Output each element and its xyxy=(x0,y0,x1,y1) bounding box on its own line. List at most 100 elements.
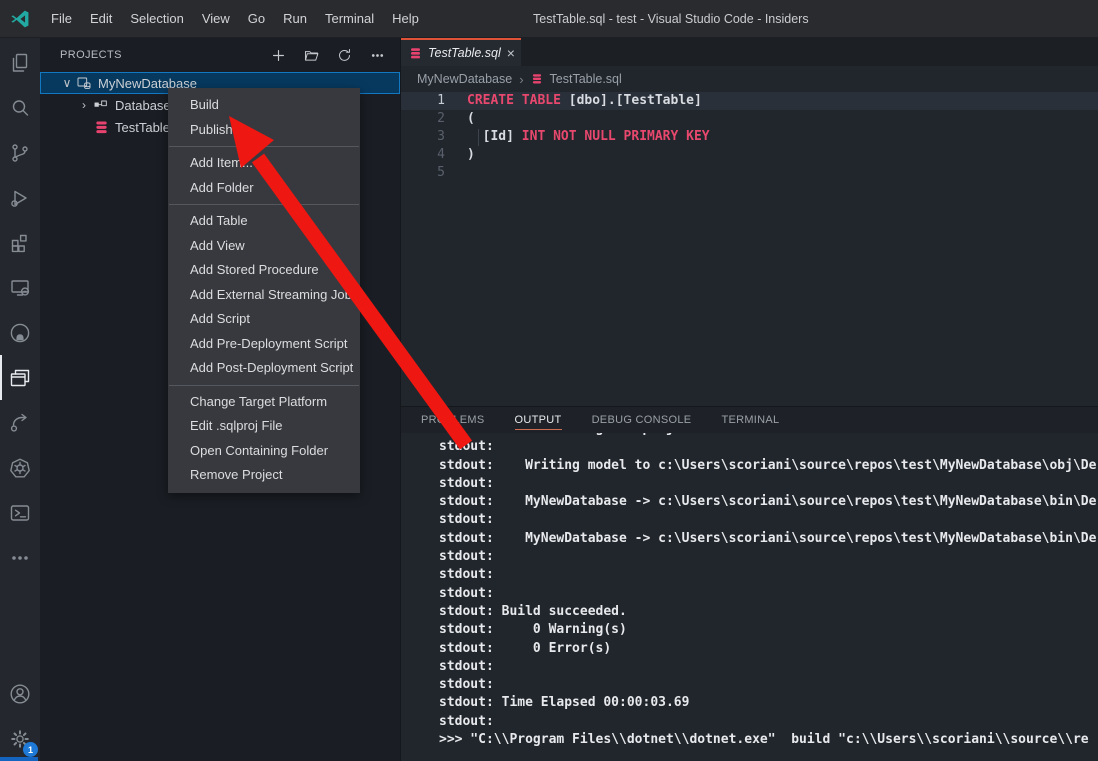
share-arrow-icon[interactable] xyxy=(0,400,40,445)
context-menu-item-add-script[interactable]: Add Script xyxy=(168,307,360,332)
database-projects-icon[interactable] xyxy=(0,355,40,400)
menu-help[interactable]: Help xyxy=(383,0,428,37)
code-text: ( xyxy=(445,110,475,128)
activity-bar: 1 xyxy=(0,38,40,761)
title-bar: FileEditSelectionViewGoRunTerminalHelp T… xyxy=(0,0,1098,38)
context-menu-item-publish[interactable]: Publish xyxy=(168,118,360,143)
breadcrumb-file[interactable]: TestTable.sql xyxy=(550,72,622,86)
menu-run[interactable]: Run xyxy=(274,0,316,37)
context-menu-item-remove-project[interactable]: Remove Project xyxy=(168,463,360,488)
panel-tab-debug-console[interactable]: DEBUG CONSOLE xyxy=(592,414,692,433)
output-line: stdout: xyxy=(439,658,1098,676)
sidebar-toolbar xyxy=(269,46,386,64)
context-menu-item-add-stored-procedure[interactable]: Add Stored Procedure xyxy=(168,258,360,283)
menu-separator xyxy=(169,385,359,386)
context-menu-item-build[interactable]: Build xyxy=(168,93,360,118)
output-line: stdout: Time Elapsed 00:00:03.69 xyxy=(439,694,1098,712)
chevron-down-icon[interactable]: ∨ xyxy=(59,72,75,94)
open-folder-icon[interactable] xyxy=(302,46,320,64)
menu-file[interactable]: File xyxy=(42,0,81,37)
more-icon[interactable] xyxy=(368,46,386,64)
breadcrumb[interactable]: MyNewDatabase › TestTable.sql xyxy=(401,66,1098,92)
menu-edit[interactable]: Edit xyxy=(81,0,121,37)
output-line: stdout: MyNewDatabase -> c:\Users\scoria… xyxy=(439,530,1098,548)
menu-terminal[interactable]: Terminal xyxy=(316,0,383,37)
code-line-3[interactable]: 3 [Id] INT NOT NULL PRIMARY KEY xyxy=(401,128,1098,146)
panel-tab-terminal[interactable]: TERMINAL xyxy=(721,414,779,433)
context-menu-item-add-folder[interactable]: Add Folder xyxy=(168,176,360,201)
output-line: stdout: xyxy=(439,438,1098,456)
panel-tab-bar: PROBLEMS OUTPUT DEBUG CONSOLE TERMINAL xyxy=(401,406,1098,433)
more-tools-icon[interactable] xyxy=(0,535,40,580)
search-icon[interactable] xyxy=(0,85,40,130)
output-line: stdout: xyxy=(439,566,1098,584)
sql-database-icon xyxy=(531,73,543,85)
add-icon[interactable] xyxy=(269,46,287,64)
output-line: stdout: 0 Error(s) xyxy=(439,640,1098,658)
context-menu-item-open-containing-folder[interactable]: Open Containing Folder xyxy=(168,439,360,464)
code-line-4[interactable]: 4) xyxy=(401,146,1098,164)
project-context-menu: BuildPublish Add Item...Add Folder Add Tab… xyxy=(168,88,360,493)
code-text xyxy=(445,164,467,182)
powershell-icon[interactable] xyxy=(0,490,40,535)
db-references-icon xyxy=(92,97,110,113)
source-control-icon[interactable] xyxy=(0,130,40,175)
code-line-2[interactable]: 2( xyxy=(401,110,1098,128)
settings-gear-icon[interactable]: 1 xyxy=(0,716,40,761)
refresh-icon[interactable] xyxy=(335,46,353,64)
explorer-icon[interactable] xyxy=(0,40,40,85)
editor-group: TestTable.sql × MyNewDatabase › TestTabl… xyxy=(400,38,1098,761)
code-text: CREATE TABLE [dbo].[TestTable] xyxy=(445,92,702,110)
kubernetes-icon[interactable] xyxy=(0,445,40,490)
account-icon[interactable] xyxy=(0,671,40,716)
settings-badge: 1 xyxy=(23,742,38,757)
code-line-5[interactable]: 5 xyxy=(401,164,1098,182)
output-line: stdout: xyxy=(439,713,1098,731)
extensions-icon[interactable] xyxy=(0,220,40,265)
context-menu-item-add-post-deployment-script[interactable]: Add Post-Deployment Script xyxy=(168,356,360,381)
indent-guide xyxy=(478,129,479,146)
run-debug-icon[interactable] xyxy=(0,175,40,220)
sidebar-header: PROJECTS xyxy=(40,38,400,72)
chevron-right-icon: › xyxy=(519,72,523,87)
panel-tab-output[interactable]: OUTPUT xyxy=(515,414,562,433)
vscode-insiders-logo-icon xyxy=(9,8,31,30)
output-line: stdout: Writing model to c:\Users\scoria… xyxy=(439,457,1098,475)
code-line-1[interactable]: 1CREATE TABLE [dbo].[TestTable] xyxy=(401,92,1098,110)
output-console[interactable]: stdout: Validating the project model...s… xyxy=(401,433,1098,761)
remote-explorer-icon[interactable] xyxy=(0,265,40,310)
github-icon[interactable] xyxy=(0,310,40,355)
output-line: stdout: xyxy=(439,511,1098,529)
panel-tab-problems[interactable]: PROBLEMS xyxy=(421,414,485,433)
output-line: stdout: xyxy=(439,475,1098,493)
menu-bar: FileEditSelectionViewGoRunTerminalHelp xyxy=(42,0,428,37)
menu-selection[interactable]: Selection xyxy=(121,0,192,37)
menu-view[interactable]: View xyxy=(193,0,239,37)
context-menu-item-add-external-streaming-job[interactable]: Add External Streaming Job xyxy=(168,283,360,308)
line-number: 3 xyxy=(401,128,445,146)
context-menu-item-edit-sqlproj-file[interactable]: Edit .sqlproj File xyxy=(168,414,360,439)
output-line: stdout: MyNewDatabase -> c:\Users\scoria… xyxy=(439,493,1098,511)
line-number: 2 xyxy=(401,110,445,128)
chevron-right-icon[interactable]: › xyxy=(76,94,92,116)
tab-label: TestTable.sql xyxy=(428,46,501,60)
context-menu-item-change-target-platform[interactable]: Change Target Platform xyxy=(168,390,360,415)
code-editor[interactable]: 1CREATE TABLE [dbo].[TestTable]2(3 [Id] … xyxy=(401,92,1098,406)
output-line: stdout: xyxy=(439,676,1098,694)
menu-go[interactable]: Go xyxy=(239,0,274,37)
tab-close-icon[interactable]: × xyxy=(507,45,515,61)
context-menu-item-add-item-[interactable]: Add Item... xyxy=(168,151,360,176)
vscode-window: FileEditSelectionViewGoRunTerminalHelp T… xyxy=(0,0,1098,761)
db-project-icon xyxy=(75,75,93,91)
code-text: [Id] INT NOT NULL PRIMARY KEY xyxy=(445,128,710,146)
tab-testtable-sql[interactable]: TestTable.sql × xyxy=(401,38,521,66)
context-menu-item-add-pre-deployment-script[interactable]: Add Pre-Deployment Script xyxy=(168,332,360,357)
context-menu-item-add-table[interactable]: Add Table xyxy=(168,209,360,234)
menu-separator xyxy=(169,146,359,147)
breadcrumb-project[interactable]: MyNewDatabase xyxy=(417,72,512,86)
code-text: ) xyxy=(445,146,475,164)
sql-database-icon xyxy=(409,47,422,60)
window-title: TestTable.sql - test - Visual Studio Cod… xyxy=(533,0,809,38)
context-menu-item-add-view[interactable]: Add View xyxy=(168,234,360,259)
output-line: stdout: xyxy=(439,585,1098,603)
